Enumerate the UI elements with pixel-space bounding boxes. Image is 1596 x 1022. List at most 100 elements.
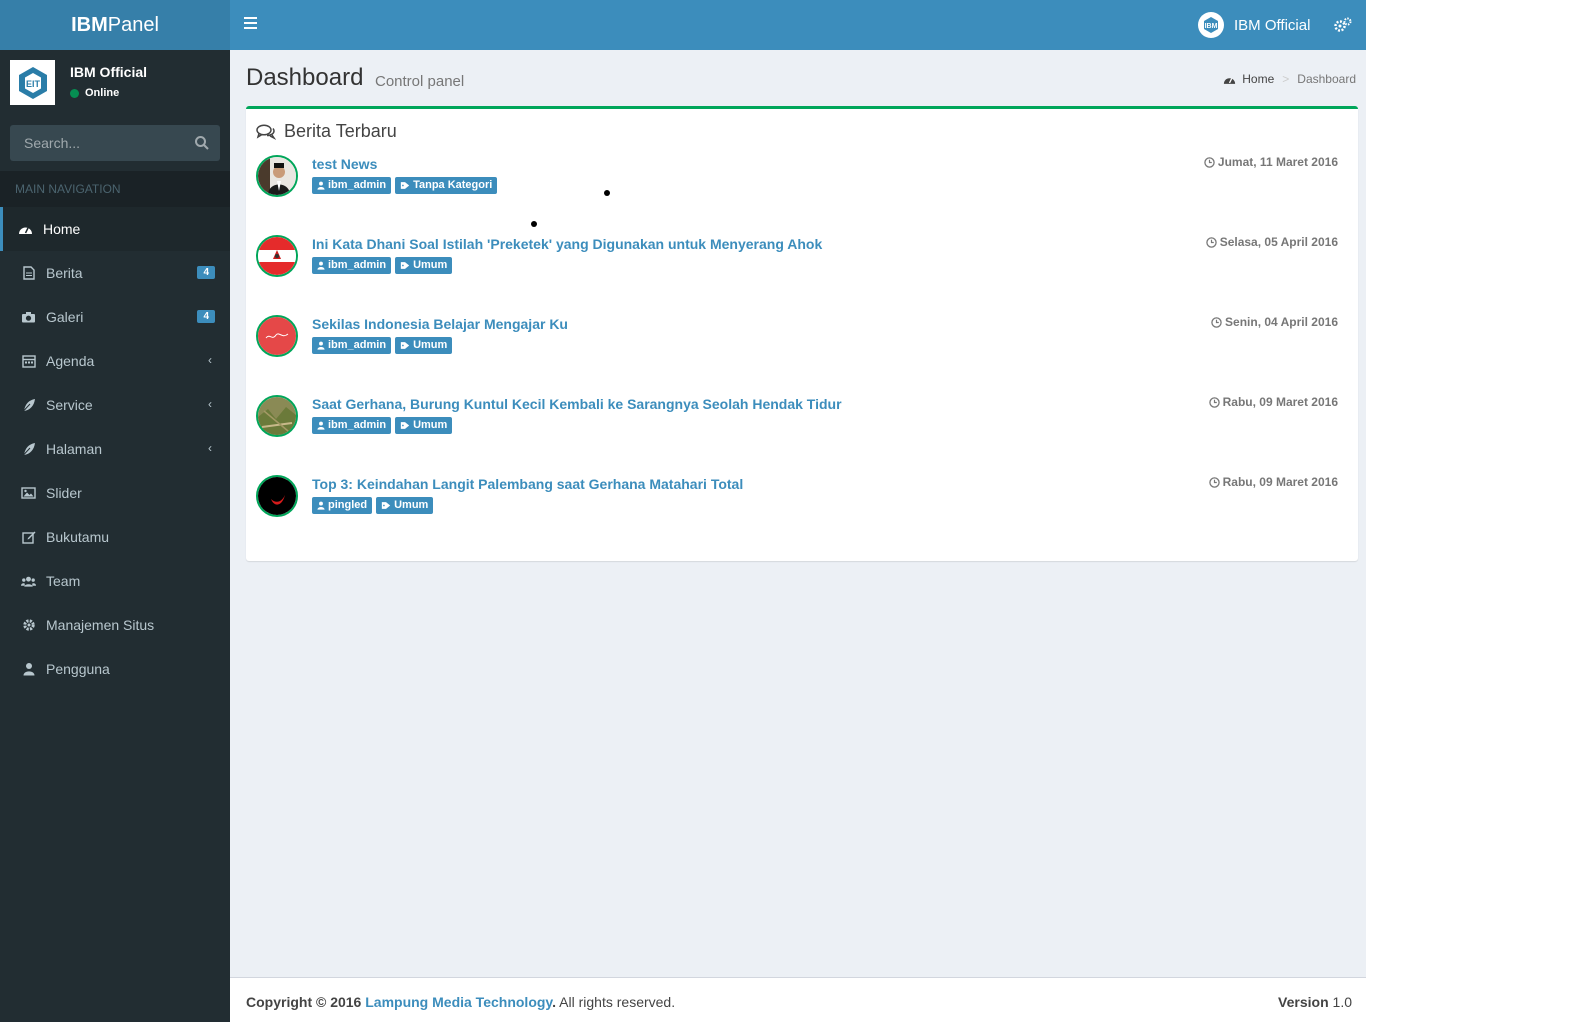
news-item: test News ibm_admin Tanpa Kategori Jumat… <box>256 155 1338 211</box>
chevron-left-icon: ‹ <box>208 353 212 367</box>
rights-text: All rights reserved. <box>556 994 676 1010</box>
news-thumbnail <box>256 475 298 517</box>
user-icon <box>317 181 325 190</box>
sidebar-item-label: Home <box>43 221 81 237</box>
breadcrumb-home-link[interactable]: Home <box>1242 72 1274 86</box>
clock-icon <box>1208 476 1220 488</box>
news-thumbnail <box>256 315 298 357</box>
user-panel: EIT IBM Official Online <box>10 60 220 105</box>
stray-dot <box>604 190 610 196</box>
author-label[interactable]: pingled <box>312 497 373 514</box>
category-label[interactable]: Umum <box>395 417 453 434</box>
search-icon[interactable] <box>194 135 210 151</box>
news-date: Rabu, 09 Maret 2016 <box>1208 475 1338 489</box>
news-date-text: Senin, 04 April 2016 <box>1225 315 1338 329</box>
news-date: Selasa, 05 April 2016 <box>1205 235 1338 249</box>
tags-icon <box>400 341 410 349</box>
page-title: Dashboard <box>246 64 364 91</box>
sidebar-item-service[interactable]: Service ‹ <box>0 383 230 427</box>
status-dot-icon <box>70 88 79 98</box>
author-label[interactable]: ibm_admin <box>312 337 392 354</box>
author-name: pingled <box>328 499 368 511</box>
leaf-icon <box>21 398 36 413</box>
picture-icon <box>21 486 36 501</box>
news-title-link[interactable]: test News <box>312 156 377 172</box>
user-icon <box>317 421 325 430</box>
dashboard-icon <box>18 222 33 237</box>
category-label[interactable]: Tanpa Kategori <box>395 177 498 194</box>
news-item: Sekilas Indonesia Belajar Mengajar Ku ib… <box>256 315 1338 371</box>
sidebar-item-team[interactable]: Team <box>0 559 230 603</box>
nav-header: MAIN NAVIGATION <box>0 171 230 207</box>
chevron-left-icon: ‹ <box>208 397 212 411</box>
category-label[interactable]: Umum <box>395 337 453 354</box>
gear-icon <box>21 618 36 633</box>
author-label[interactable]: ibm_admin <box>312 417 392 434</box>
user-menu-name: IBM Official <box>1234 16 1311 34</box>
search-input[interactable] <box>10 125 180 161</box>
brand-logo[interactable]: IBMPanel <box>0 0 230 50</box>
author-name: ibm_admin <box>328 179 387 191</box>
sidebar-toggle-button[interactable] <box>244 17 258 31</box>
sidebar-item-slider[interactable]: Slider <box>0 471 230 515</box>
copyright-text: Copyright © 2016 <box>246 994 362 1010</box>
user-menu-button[interactable]: IBM IBM Official <box>1198 11 1310 39</box>
news-date-text: Rabu, 09 Maret 2016 <box>1222 395 1338 409</box>
news-title-link[interactable]: Top 3: Keindahan Langit Palembang saat G… <box>312 476 743 492</box>
news-labels: ibm_admin Umum <box>312 257 456 274</box>
brand-light: Panel <box>107 14 159 36</box>
news-title-link[interactable]: Saat Gerhana, Burung Kuntul Kecil Kembal… <box>312 396 842 412</box>
news-thumbnail <box>256 235 298 277</box>
camera-icon <box>21 310 36 325</box>
company-link[interactable]: Lampung Media Technology <box>365 994 552 1010</box>
sidebar-item-home[interactable]: Home <box>0 207 230 251</box>
calendar-icon <box>21 354 36 369</box>
file-text-icon <box>21 266 36 281</box>
version-label: Version <box>1278 994 1329 1010</box>
sidebar-item-agenda[interactable]: Agenda ‹ <box>0 339 230 383</box>
news-item: Top 3: Keindahan Langit Palembang saat G… <box>256 475 1338 531</box>
brand-bold: IBM <box>71 14 108 36</box>
tags-icon <box>381 501 391 509</box>
content-header: Dashboard Control panel Home > Dashboard <box>246 64 1356 96</box>
sidebar-item-manajemen-situs[interactable]: Manajemen Situs <box>0 603 230 647</box>
news-item: Ini Kata Dhani Soal Istilah 'Preketek' y… <box>256 235 1338 291</box>
category-label[interactable]: Umum <box>376 497 434 514</box>
sidebar-item-halaman[interactable]: Halaman ‹ <box>0 427 230 471</box>
news-title-link[interactable]: Sekilas Indonesia Belajar Mengajar Ku <box>312 316 568 332</box>
gears-icon[interactable] <box>1334 17 1352 33</box>
sidebar-item-label: Pengguna <box>46 661 110 677</box>
status-text: Online <box>85 87 120 99</box>
sidebar-item-bukutamu[interactable]: Bukutamu <box>0 515 230 559</box>
user-avatar: EIT <box>10 60 55 105</box>
leaf-icon <box>21 442 36 457</box>
user-icon <box>317 501 325 510</box>
author-label[interactable]: ibm_admin <box>312 177 392 194</box>
news-item: Saat Gerhana, Burung Kuntul Kecil Kembal… <box>256 395 1338 451</box>
author-name: ibm_admin <box>328 259 387 271</box>
sidebar-item-berita[interactable]: Berita 4 <box>0 251 230 295</box>
sidebar-item-label: Manajemen Situs <box>46 617 155 633</box>
breadcrumb-separator: > <box>1282 72 1290 86</box>
news-thumbnail <box>256 395 298 437</box>
latest-news-box: Berita Terbaru test News ibm_admin Tanpa… <box>246 106 1358 561</box>
category-label[interactable]: Umum <box>395 257 453 274</box>
sidebar-item-galeri[interactable]: Galeri 4 <box>0 295 230 339</box>
comments-icon <box>256 123 276 140</box>
tags-icon <box>400 181 410 189</box>
sidebar-item-label: Galeri <box>46 309 84 325</box>
news-date-text: Selasa, 05 April 2016 <box>1219 235 1338 249</box>
clock-icon <box>1204 156 1215 168</box>
tags-icon <box>400 421 410 429</box>
news-date-text: Jumat, 11 Maret 2016 <box>1217 155 1338 169</box>
count-badge: 4 <box>197 310 215 323</box>
sidebar-item-pengguna[interactable]: Pengguna <box>0 647 230 691</box>
clock-icon <box>1205 236 1217 248</box>
clock-icon <box>1211 316 1222 328</box>
author-label[interactable]: ibm_admin <box>312 257 392 274</box>
news-title-link[interactable]: Ini Kata Dhani Soal Istilah 'Preketek' y… <box>312 236 822 252</box>
sidebar-item-label: Agenda <box>46 353 95 369</box>
news-thumbnail <box>256 155 298 197</box>
news-labels: ibm_admin Umum <box>312 337 456 354</box>
user-name: IBM Official <box>70 64 148 80</box>
